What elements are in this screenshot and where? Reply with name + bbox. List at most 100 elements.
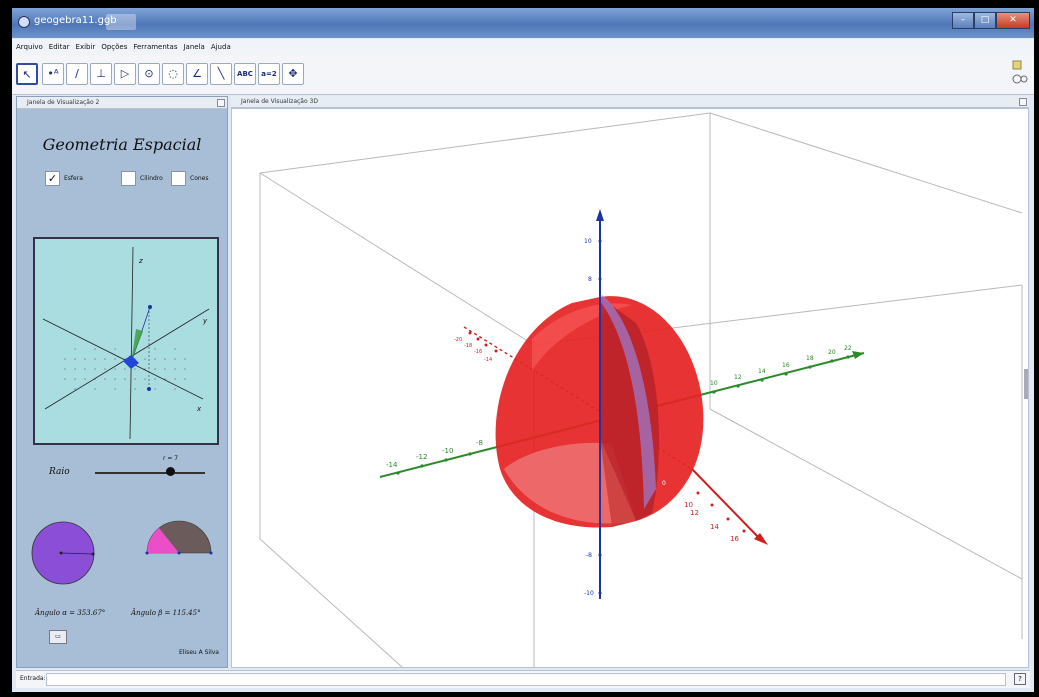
- y-tick-label: -10: [442, 447, 453, 455]
- reflect-tool-button[interactable]: ╲: [210, 63, 232, 85]
- raio-slider-label: Raio: [49, 467, 70, 477]
- alpha-angle-label: Ângulo α = 353.67°: [35, 609, 106, 617]
- slider-tool-button[interactable]: a=2: [258, 63, 280, 85]
- y-tick-label: 18: [806, 355, 814, 362]
- maximize-button[interactable]: □: [974, 12, 996, 29]
- raio-slider-handle[interactable]: [165, 467, 175, 476]
- author-credit: Eliseu A Silva: [178, 649, 219, 656]
- menu-janela[interactable]: Janela: [183, 39, 204, 55]
- menu-arquivo[interactable]: Arquivo: [16, 39, 43, 55]
- raio-slider-value: r = 7: [163, 455, 179, 462]
- point-tool-button[interactable]: •ᴬ: [42, 63, 64, 85]
- view-resize-handle[interactable]: [1024, 369, 1028, 399]
- y-tick-label: 14: [758, 368, 766, 375]
- y-tick-label: -14: [386, 461, 398, 469]
- angle-tool-button[interactable]: ∠: [186, 63, 208, 85]
- mini-z-axis: [129, 246, 134, 440]
- y-tick-label: -12: [416, 453, 427, 461]
- z-axis-arrow: [596, 209, 604, 221]
- mini-x-axis: [42, 318, 204, 400]
- checkbox-cones-box[interactable]: [171, 171, 186, 186]
- menu-exibir[interactable]: Exibir: [76, 39, 96, 55]
- checkbox-esfera[interactable]: ✓ Esfera: [45, 171, 83, 186]
- close-3d-view-icon[interactable]: [1019, 98, 1027, 106]
- window-title: geogebra11.ggb: [34, 15, 117, 26]
- mini-z-label: z: [138, 257, 143, 265]
- mini-point-bottom: [147, 387, 151, 391]
- graphics-view-3d[interactable]: -14 -12 -10 -8 10 12 14 16 18 20 22 -20 …: [231, 108, 1029, 668]
- circle-tool-button[interactable]: ⊙: [138, 63, 160, 85]
- move-tool-button[interactable]: ↖: [16, 63, 38, 85]
- line-tool-button[interactable]: ∕: [66, 63, 88, 85]
- minimize-button[interactable]: –: [952, 12, 974, 29]
- graphics-view-2-title: Janela de Visualização 2: [27, 99, 100, 106]
- text-tool-button[interactable]: ABC: [234, 63, 256, 85]
- scene-3d[interactable]: -14 -12 -10 -8 10 12 14 16 18 20 22 -20 …: [232, 109, 1028, 668]
- mini-blue-sector: [123, 355, 139, 369]
- alpha-edge-point: [91, 552, 95, 556]
- move-view-tool-button[interactable]: ✥: [282, 63, 304, 85]
- input-help-icon[interactable]: ?: [1014, 673, 1026, 685]
- menu-bar: Arquivo Editar Exibir Opções Ferramentas…: [12, 39, 1034, 55]
- menu-ferramentas[interactable]: Ferramentas: [133, 39, 177, 55]
- app-window: geogebra11.ggb – □ ✕ Arquivo Editar Exib…: [12, 8, 1034, 692]
- graphics-view-3d-header: Janela de Visualização 3D: [231, 96, 1029, 108]
- perpendicular-tool-button[interactable]: ⊥: [90, 63, 112, 85]
- beta-center-point: [177, 551, 181, 555]
- x-tick-label: -16: [474, 349, 482, 355]
- mini-3d-preview[interactable]: z y x: [33, 237, 219, 445]
- y-tick-label: 12: [734, 374, 742, 381]
- close-view-icon[interactable]: [217, 99, 225, 107]
- x-axis-ticks-neg: [468, 331, 498, 353]
- input-bar-label: Entrada:: [20, 675, 46, 682]
- title-bar: geogebra11.ggb – □ ✕: [12, 8, 1034, 38]
- checkbox-esfera-box[interactable]: ✓: [45, 171, 60, 186]
- x-axis-front: [691, 468, 761, 540]
- graphics-view-3d-title: Janela de Visualização 3D: [241, 98, 318, 105]
- raio-slider-track[interactable]: [95, 472, 205, 474]
- checkbox-cilindro-label: Cilindro: [140, 175, 163, 182]
- polygon-tool-button[interactable]: ▷: [114, 63, 136, 85]
- undo-icon: [1012, 60, 1022, 70]
- help-icon: [1012, 74, 1022, 84]
- mini-grid-dots: [64, 348, 186, 390]
- angle-figures: [31, 520, 213, 585]
- x-tick-label: 14: [710, 523, 719, 531]
- x-tick-label: 16: [730, 535, 739, 543]
- page-title: Geometria Espacial: [42, 135, 202, 154]
- x-tick-label: 10: [684, 501, 693, 509]
- toolbar: ↖ •ᴬ ∕ ⊥ ▷ ⊙ ◌ ∠ ╲ ABC a=2 ✥: [12, 55, 1034, 95]
- inner-tick-label: 0: [662, 480, 666, 487]
- geogebra-app-icon: [18, 16, 30, 28]
- menu-opcoes[interactable]: Opções: [101, 39, 127, 55]
- toolbar-corner-icons: [1012, 59, 1028, 89]
- x-tick-label: -20: [454, 337, 462, 343]
- x-tick-label: 12: [690, 509, 699, 517]
- graphics-view-2-header: Janela de Visualização 2: [17, 97, 227, 109]
- menu-ajuda[interactable]: Ajuda: [211, 39, 231, 55]
- z-tick-label: -10: [584, 590, 594, 597]
- x-tick-label: -18: [464, 343, 472, 349]
- y-tick-label: 22: [844, 345, 852, 352]
- taskbar-tab-thumbnail: [106, 14, 136, 30]
- close-button[interactable]: ✕: [996, 12, 1030, 29]
- graphics-view-2: Janela de Visualização 2 Geometria Espac…: [16, 96, 228, 668]
- z-tick-label: 8: [588, 276, 592, 283]
- y-tick-label: 20: [828, 349, 836, 356]
- checkbox-cilindro-box[interactable]: [121, 171, 136, 186]
- checkbox-cones[interactable]: Cones: [171, 171, 208, 186]
- mini-y-label: y: [202, 317, 208, 325]
- window-controls: – □ ✕: [952, 12, 1030, 29]
- y-tick-label: 10: [710, 380, 718, 387]
- animation-button[interactable]: ▭: [49, 630, 67, 644]
- command-input[interactable]: [46, 673, 1006, 686]
- y-tick-label: -8: [476, 439, 483, 447]
- alpha-center-point: [59, 551, 63, 555]
- circle-three-point-tool-button[interactable]: ◌: [162, 63, 184, 85]
- input-bar: Entrada: ?: [16, 670, 1030, 688]
- x-tick-label: -14: [484, 357, 492, 363]
- menu-editar[interactable]: Editar: [49, 39, 70, 55]
- checkbox-cilindro[interactable]: Cilindro: [121, 171, 163, 186]
- settings-icon: [1020, 75, 1028, 83]
- mini-x-label: x: [196, 405, 202, 413]
